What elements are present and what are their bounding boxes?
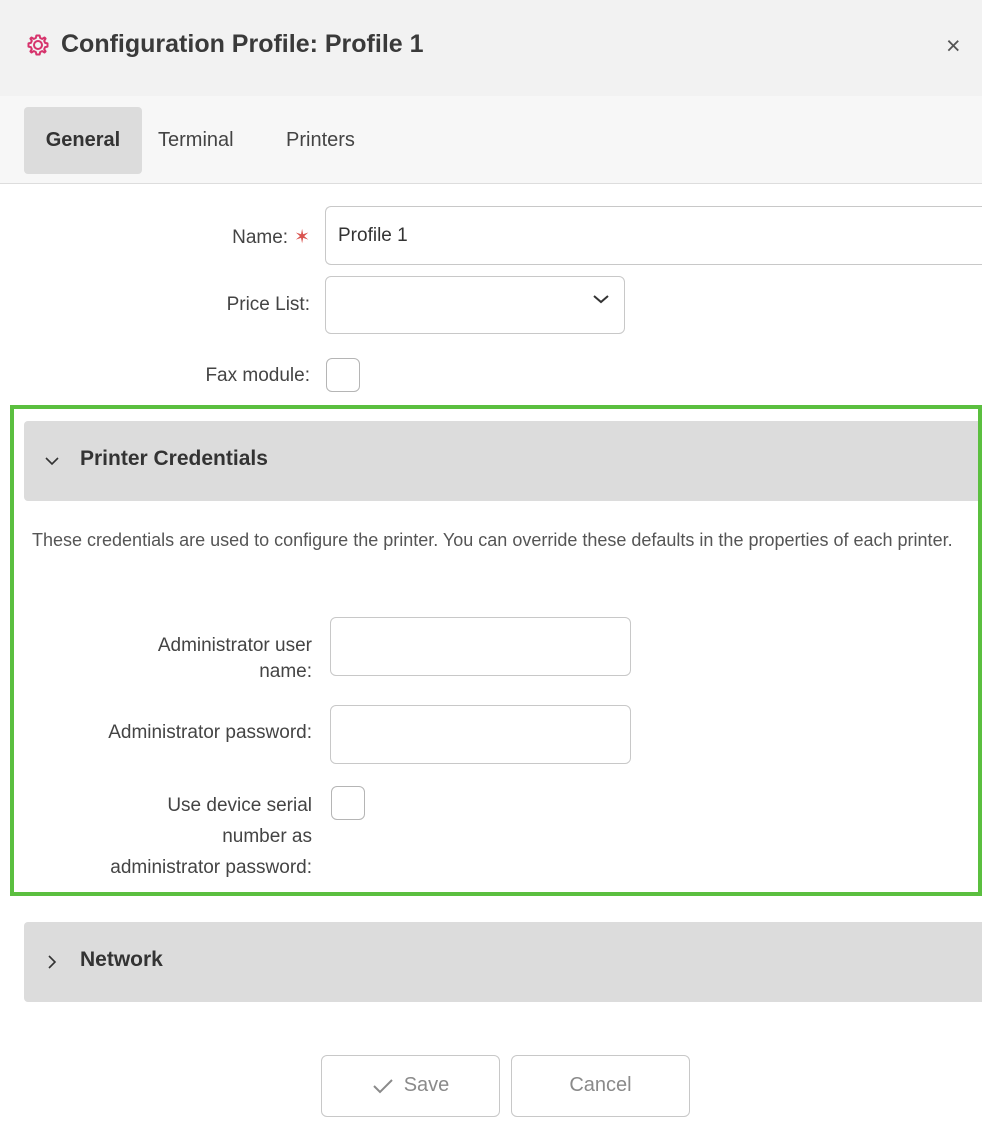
network-title: Network xyxy=(80,948,163,971)
admin-user-label: Administrator user name: xyxy=(32,633,312,685)
required-icon: ✶ xyxy=(294,227,310,248)
serial-password-checkbox[interactable] xyxy=(331,786,365,820)
dialog-title: Configuration Profile: Profile 1 xyxy=(61,30,424,58)
admin-password-input[interactable] xyxy=(330,705,631,764)
price-list-select[interactable] xyxy=(325,276,625,334)
serial-password-label-line3: administrator password: xyxy=(110,857,312,878)
dialog-header: Configuration Profile: Profile 1 × xyxy=(0,0,982,96)
gear-icon xyxy=(27,34,49,56)
tab-printers[interactable]: Printers xyxy=(286,107,355,174)
fax-module-label: Fax module: xyxy=(205,365,310,386)
admin-user-label-line1: Administrator user xyxy=(157,635,312,656)
admin-user-input[interactable] xyxy=(330,617,631,676)
name-label-text: Name: xyxy=(232,227,289,248)
fax-module-checkbox[interactable] xyxy=(326,358,360,392)
printer-credentials-title: Printer Credentials xyxy=(80,447,268,470)
printer-credentials-description: These credentials are used to configure … xyxy=(32,530,953,550)
tab-general[interactable]: General xyxy=(24,107,142,174)
chevron-right-icon xyxy=(48,955,57,969)
printer-credentials-header[interactable]: Printer Credentials xyxy=(24,421,978,501)
serial-password-label-line2: number as xyxy=(222,826,312,847)
tab-bar: General Terminal Printers xyxy=(0,96,982,184)
network-header[interactable]: Network xyxy=(24,922,982,1002)
cancel-button-label: Cancel xyxy=(569,1074,632,1097)
name-label: Name: ✶ xyxy=(100,225,310,251)
cancel-button[interactable]: Cancel xyxy=(511,1055,690,1117)
price-list-label: Price List: xyxy=(226,294,310,315)
admin-password-label: Administrator password: xyxy=(108,722,312,743)
chevron-down-icon xyxy=(593,295,609,304)
serial-password-label-line1: Use device serial xyxy=(167,795,312,816)
chevron-down-icon xyxy=(45,457,59,466)
name-input[interactable] xyxy=(325,206,982,265)
save-button[interactable]: Save xyxy=(321,1055,500,1117)
admin-user-label-line2: name: xyxy=(259,661,312,682)
save-button-label: Save xyxy=(403,1074,450,1097)
tab-terminal[interactable]: Terminal xyxy=(158,107,234,174)
close-icon[interactable]: × xyxy=(946,34,961,59)
serial-password-label: Use device serial number as administrato… xyxy=(24,790,312,883)
check-icon xyxy=(372,1079,393,1094)
